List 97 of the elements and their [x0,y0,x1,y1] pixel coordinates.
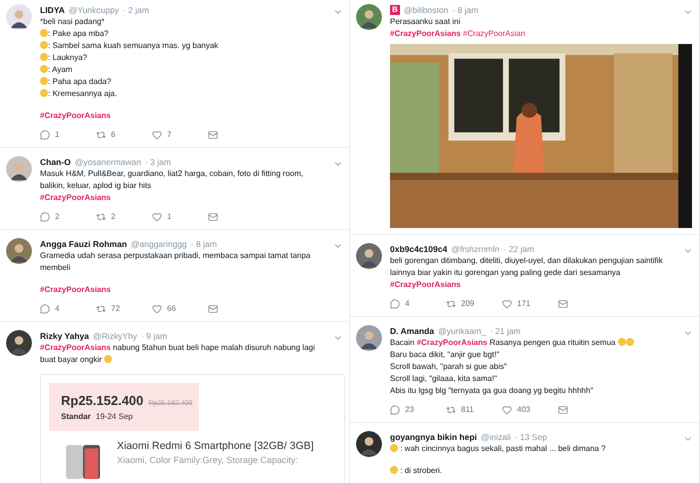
mail-icon [208,130,218,140]
user-handle[interactable]: @biliboston [404,4,448,16]
tweet-text: : Ayam [48,65,72,74]
tweet-text: Masuk H&M, Pull&Bear, guardiano, liat2 harga, cobain, foto di fitting room, balikin, keluar, aplod ig biar hits [40,169,304,190]
user-handle[interactable]: @frshzrnmln [451,243,500,255]
reply-icon [390,405,400,415]
tweet-text: Scroll bawah, "parah si gue abis" [390,362,507,371]
reply-icon [40,304,50,314]
mail-icon [558,405,568,415]
user-name[interactable]: Chan-O [40,156,71,168]
user-name[interactable]: Angga Fauzi Rohman [40,238,127,250]
tweet-text: : di stroberi. [399,466,442,475]
mail-icon [208,304,218,314]
product-description: Xiaomi, Color Family:Grey, Storage Capacity: [117,454,299,468]
tweet-time: · 3 jam [144,156,171,168]
reply-button[interactable]: 1 [40,129,78,141]
user-name[interactable]: D. Amanda [390,325,434,337]
tweet-time: · 2 jam [122,4,149,16]
tweet-text: #CrazyPoorAsians nabung 5tahun buat beli hape malah disuruh nabung lagi [40,343,315,352]
tweet-time: · 8 jam [190,238,217,250]
user-handle[interactable]: @yosanermawan [74,156,141,168]
tweet-text: Abis itu lgsg blg "ternyata ga gua doang yg begitu hhhhh" [390,386,594,395]
message-button[interactable] [558,299,568,309]
tweet-time: · 21 jam [490,325,521,337]
message-button[interactable] [558,405,568,415]
retweet-button[interactable]: 2 [96,211,134,223]
tweet-text: buat bayar ongkir [40,355,103,364]
user-name[interactable]: 0xb9c4c109c4 [390,243,448,255]
user-name[interactable]: goyangnya bikin hepi [390,431,477,443]
reply-icon [40,212,50,222]
reply-button[interactable]: 4 [40,303,78,315]
retweet-button[interactable]: 811 [446,404,484,416]
shipping-dates: 19-24 Sep [96,410,133,422]
tweet-time: · 8 jam [452,4,478,16]
hashtag-link[interactable]: #CrazyPoorAsians #CrazyPoorAsian [390,29,526,38]
retweet-icon [446,299,456,309]
retweet-button[interactable]: 72 [96,303,134,315]
tweet-text: : wah cincinnya bagus sekali, pasti mahal ... beli dimana ? [399,444,606,453]
tweet-text: Scroll lagi, "gilaaa, kita sama!" [390,374,498,383]
mail-icon [208,212,218,222]
retweet-button[interactable]: 6 [96,129,134,141]
shipping-type: Standar [61,410,91,422]
retweet-button[interactable]: 209 [446,298,484,310]
like-button[interactable]: 1 [152,211,190,223]
reply-icon [390,299,400,309]
user-handle[interactable]: @RizkyYhy [93,330,138,342]
message-button[interactable] [208,304,218,314]
heart-icon [152,304,162,314]
heart-icon [152,130,162,140]
user-handle[interactable]: @yurikaam_ [438,325,486,337]
retweet-icon [96,304,106,314]
tweet-text: : Kremesannya aja. [48,89,117,98]
product-title: Xiaomi Redmi 6 Smartphone [32GB/ 3GB] [117,438,314,454]
tweet-text: : Sambel sama kuah semuanya mas. yg banyak [48,41,218,50]
reply-button[interactable]: 23 [390,404,428,416]
user-name[interactable]: Rizky Yahya [40,330,89,342]
mail-icon [558,299,568,309]
hashtag-link[interactable]: #CrazyPoorAsians [390,280,461,289]
reply-button[interactable]: 2 [40,211,78,223]
tweet-text: *beli nasi padang* [40,17,104,26]
heart-icon [152,212,162,222]
user-handle[interactable]: @inizali [480,431,511,443]
retweet-icon [96,212,106,222]
tweet-text: Gramedia udah serasa perpustakaan pribadi, membaca sampai tamat tanpa membeli [40,251,312,272]
tweet-time: · 9 jam [141,330,168,342]
tweet-text: : Paha apa dada? [48,77,112,86]
hashtag-link[interactable]: #CrazyPoorAsians [40,111,111,120]
emoji-icon [390,466,398,474]
message-button[interactable] [208,130,218,140]
tweet-text: : Pake apa mba? [48,29,108,38]
emoji-icon [104,355,112,363]
price: Rp25.152.400 [61,392,144,410]
tweet-text: Perasaanku saat ini [390,17,460,26]
user-name[interactable]: LIDYA [40,4,65,16]
tweet-time: · 13 Sep [514,431,547,443]
heart-icon [502,299,512,309]
user-handle[interactable]: @Yunkcuppy [68,4,119,16]
emoji-icon [390,444,398,452]
reply-icon [40,130,50,140]
tweet-text: : Lauknya? [48,53,88,62]
like-button[interactable]: 66 [152,303,190,315]
tweet-text: beli gorengan ditimbang, diteliti, diuyel-uyel, dan dilakukan pengujian saintifik lainnya biar yakin itu gorengan yang paling gede dari sesamanya [390,256,664,277]
like-button[interactable]: 403 [502,404,540,416]
tweet-text: Baru baca dikit, "anjir gue bgt!" [390,350,500,359]
name-badge: B [390,5,400,15]
hashtag-link[interactable]: #CrazyPoorAsians [40,193,111,202]
retweet-icon [96,130,106,140]
tweet-time: · 22 jam [504,243,534,255]
reply-button[interactable]: 4 [390,298,428,310]
user-handle[interactable]: @anggaringgg [130,238,187,250]
message-button[interactable] [208,212,218,222]
like-button[interactable]: 171 [502,298,540,310]
like-button[interactable]: 7 [152,129,190,141]
hashtag-link[interactable]: #CrazyPoorAsians [40,285,111,294]
retweet-icon [446,405,456,415]
heart-icon [502,405,512,415]
tweet-text: Bacain #CrazyPoorAsians Rasanya pengen gua rituitin semua [390,338,616,347]
